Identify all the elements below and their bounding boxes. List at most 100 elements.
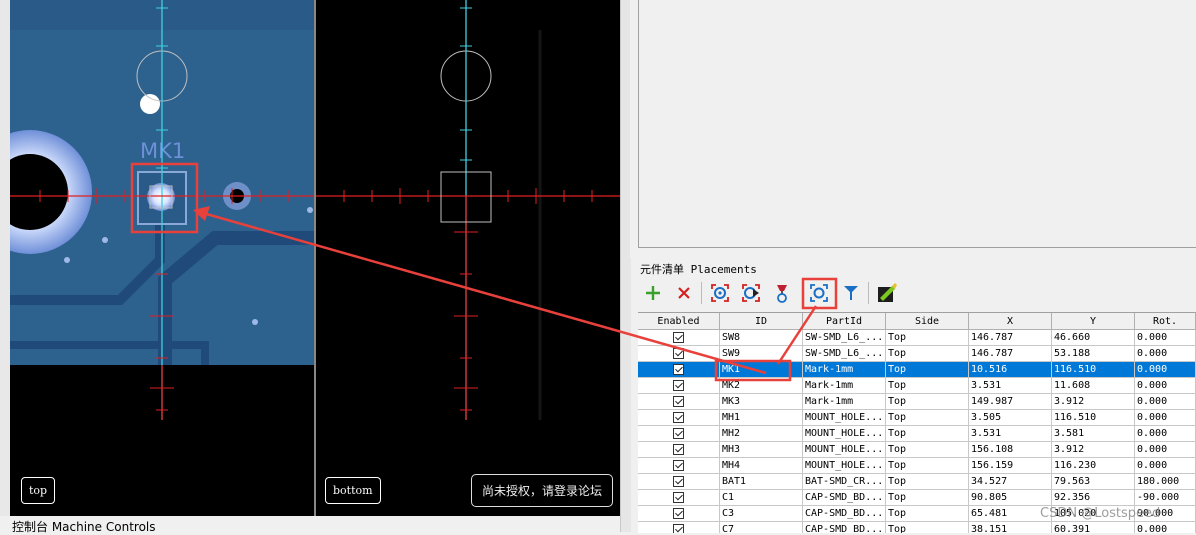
rot-cell[interactable]: 0.000 [1135, 330, 1196, 346]
x-cell[interactable]: 156.159 [969, 458, 1052, 474]
part-cell[interactable]: Mark-1mm [803, 362, 886, 378]
enabled-cell[interactable] [638, 394, 720, 410]
x-cell[interactable]: 156.108 [969, 442, 1052, 458]
side-cell[interactable]: Top [886, 426, 969, 442]
y-cell[interactable]: 3.912 [1052, 442, 1135, 458]
edit-feeder-button[interactable] [876, 282, 898, 304]
enabled-checkbox[interactable] [673, 380, 684, 391]
side-cell[interactable]: Top [886, 458, 969, 474]
side-cell[interactable]: Top [886, 474, 969, 490]
side-cell[interactable]: Top [886, 490, 969, 506]
x-cell[interactable]: 3.505 [969, 410, 1052, 426]
part-cell[interactable]: BAT-SMD_CR... [803, 474, 886, 490]
y-cell[interactable]: 11.608 [1052, 378, 1135, 394]
side-cell[interactable]: Top [886, 330, 969, 346]
id-cell[interactable]: MH3 [720, 442, 803, 458]
id-cell[interactable]: BAT1 [720, 474, 803, 490]
enabled-checkbox[interactable] [673, 412, 684, 423]
part-cell[interactable]: SW-SMD_L6_... [803, 346, 886, 362]
side-cell[interactable]: Top [886, 522, 969, 533]
rot-cell[interactable]: 0.000 [1135, 522, 1196, 533]
enabled-cell[interactable] [638, 442, 720, 458]
side-cell[interactable]: Top [886, 346, 969, 362]
rot-cell[interactable]: 180.000 [1135, 474, 1196, 490]
remove-placement-button[interactable] [673, 282, 695, 304]
column-y-header[interactable]: Y [1052, 313, 1135, 330]
enabled-checkbox[interactable] [673, 444, 684, 455]
placements-table[interactable]: Enabled ID PartId Side X Y Rot. SW8 SW-SMD_L6_.… [638, 312, 1196, 533]
enabled-checkbox[interactable] [673, 508, 684, 519]
add-placement-button[interactable] [642, 282, 664, 304]
column-enabled-header[interactable]: Enabled [638, 313, 720, 330]
enabled-cell[interactable] [638, 458, 720, 474]
x-cell[interactable]: 90.805 [969, 490, 1052, 506]
id-cell[interactable]: MH1 [720, 410, 803, 426]
side-cell[interactable]: Top [886, 362, 969, 378]
id-cell[interactable]: C3 [720, 506, 803, 522]
enabled-cell[interactable] [638, 330, 720, 346]
table-row[interactable]: C1 CAP-SMD_BD... Top 90.805 92.356 -90.000 [638, 490, 1196, 506]
id-cell[interactable]: SW9 [720, 346, 803, 362]
y-cell[interactable]: 79.563 [1052, 474, 1135, 490]
enabled-checkbox[interactable] [673, 332, 684, 343]
x-cell[interactable]: 10.516 [969, 362, 1052, 378]
rot-cell[interactable]: -90.000 [1135, 490, 1196, 506]
camera-view-bottom[interactable]: bottom 尚未授权，请登录论坛 [316, 0, 620, 516]
column-rot-header[interactable]: Rot. [1135, 313, 1196, 330]
id-cell[interactable]: MK3 [720, 394, 803, 410]
y-cell[interactable]: 46.660 [1052, 330, 1135, 346]
id-cell[interactable]: C7 [720, 522, 803, 533]
rot-cell[interactable]: 0.000 [1135, 394, 1196, 410]
table-row[interactable]: C7 CAP-SMD_BD... Top 38.151 60.391 0.000 [638, 522, 1196, 533]
side-cell[interactable]: Top [886, 394, 969, 410]
enabled-cell[interactable] [638, 346, 720, 362]
enabled-cell[interactable] [638, 490, 720, 506]
machine-controls-title[interactable]: 控制台 Machine Controls [12, 518, 156, 535]
x-cell[interactable]: 34.527 [969, 474, 1052, 490]
y-cell[interactable]: 116.510 [1052, 410, 1135, 426]
part-cell[interactable]: CAP-SMD_BD... [803, 522, 886, 533]
id-cell[interactable]: MH2 [720, 426, 803, 442]
filter-button[interactable] [840, 282, 862, 304]
part-cell[interactable]: SW-SMD_L6_... [803, 330, 886, 346]
x-cell[interactable]: 3.531 [969, 426, 1052, 442]
camera-label-top[interactable]: top [21, 477, 56, 504]
table-row[interactable]: SW9 SW-SMD_L6_... Top 146.787 53.188 0.000 [638, 346, 1196, 362]
side-cell[interactable]: Top [886, 378, 969, 394]
part-cell[interactable]: Mark-1mm [803, 378, 886, 394]
rot-cell[interactable]: 0.000 [1135, 426, 1196, 442]
x-cell[interactable]: 146.787 [969, 330, 1052, 346]
part-cell[interactable]: CAP-SMD_BD... [803, 490, 886, 506]
id-cell[interactable]: MH4 [720, 458, 803, 474]
table-row[interactable]: MH4 MOUNT_HOLE... Top 156.159 116.230 0.000 [638, 458, 1196, 474]
move-nozzle-button[interactable] [771, 282, 793, 304]
x-cell[interactable]: 3.531 [969, 378, 1052, 394]
x-cell[interactable]: 38.151 [969, 522, 1052, 533]
rot-cell[interactable]: 0.000 [1135, 346, 1196, 362]
move-camera-next-button[interactable] [740, 282, 762, 304]
enabled-cell[interactable] [638, 378, 720, 394]
enabled-checkbox[interactable] [673, 492, 684, 503]
move-camera-to-placement-button[interactable] [709, 282, 731, 304]
rot-cell[interactable]: 0.000 [1135, 378, 1196, 394]
y-cell[interactable]: 3.912 [1052, 394, 1135, 410]
rot-cell[interactable]: 0.000 [1135, 410, 1196, 426]
rot-cell[interactable]: 0.000 [1135, 442, 1196, 458]
y-cell[interactable]: 116.230 [1052, 458, 1135, 474]
column-x-header[interactable]: X [969, 313, 1052, 330]
enabled-cell[interactable] [638, 506, 720, 522]
table-row[interactable]: MK3 Mark-1mm Top 149.987 3.912 0.000 [638, 394, 1196, 410]
table-row[interactable]: MK2 Mark-1mm Top 3.531 11.608 0.000 [638, 378, 1196, 394]
enabled-checkbox[interactable] [673, 364, 684, 375]
side-cell[interactable]: Top [886, 442, 969, 458]
id-cell[interactable]: C1 [720, 490, 803, 506]
side-cell[interactable]: Top [886, 506, 969, 522]
camera-view-top[interactable]: MK1 top [10, 0, 314, 516]
column-side-header[interactable]: Side [886, 313, 969, 330]
column-partid-header[interactable]: PartId [803, 313, 886, 330]
y-cell[interactable]: 53.188 [1052, 346, 1135, 362]
y-cell[interactable]: 60.391 [1052, 522, 1135, 533]
enabled-cell[interactable] [638, 426, 720, 442]
enabled-cell[interactable] [638, 362, 720, 378]
column-id-header[interactable]: ID [720, 313, 803, 330]
